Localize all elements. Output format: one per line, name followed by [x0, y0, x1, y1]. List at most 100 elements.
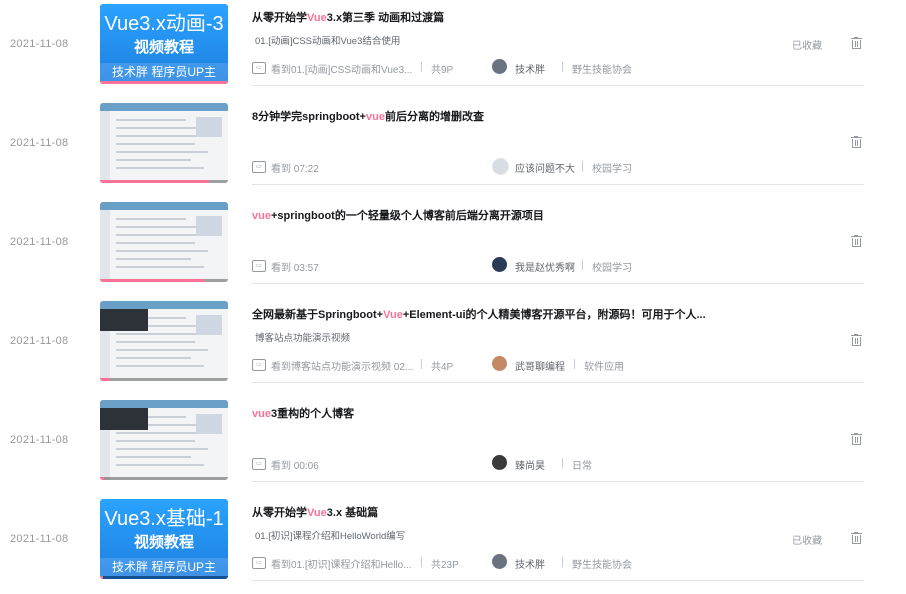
trash-icon[interactable]: [851, 433, 862, 445]
progress-text: 看到 03:57: [271, 263, 319, 274]
trash-lid: [851, 236, 862, 237]
thumbnail-title: Vue3.x基础-1: [104, 508, 224, 530]
history-item[interactable]: 2021-11-08 vue+springboot的一个轻量级个人博客前后端分离开…: [0, 198, 906, 297]
title-keyword-highlight: Vue: [383, 309, 403, 321]
progress-text: 看到01.[初识]课程介绍和Hello...: [271, 560, 412, 571]
thumbnail-footer: 技术胖 程序员UP主: [100, 63, 228, 81]
divider-line: [562, 557, 563, 567]
trash-stripe: [857, 437, 858, 443]
watch-date: 2021-11-08: [10, 434, 69, 446]
history-item[interactable]: 2021-11-08 vue3重构的个人博客 ▭ 看到 00:06 臻尚昊 日常: [0, 396, 906, 495]
trash-stripe: [855, 536, 856, 542]
category-tag[interactable]: 日常: [572, 457, 592, 472]
title-keyword-highlight: Vue: [307, 507, 327, 519]
video-thumbnail[interactable]: [100, 400, 228, 480]
trash-icon[interactable]: [851, 235, 862, 247]
thumbnail-footer: 技术胖 程序员UP主: [100, 558, 228, 576]
screenshot-block: [196, 315, 222, 335]
category-tag[interactable]: 校园学习: [592, 160, 632, 175]
category-tag[interactable]: 软件应用: [584, 358, 624, 373]
title-text: 3.x第三季 动画和过渡篇: [326, 12, 445, 24]
part-count: 共23P: [431, 560, 459, 571]
video-title[interactable]: 8分钟学完springboot+vue前后分离的增删改查: [252, 108, 484, 124]
uploader-name[interactable]: 应该问题不大: [515, 160, 575, 175]
favorited-label[interactable]: 已收藏: [792, 532, 822, 547]
divider-line: [421, 557, 422, 567]
uploader-name[interactable]: 武哥聊编程: [515, 358, 565, 373]
video-thumbnail[interactable]: [100, 301, 228, 381]
uploader-name[interactable]: 技术胖: [515, 61, 545, 76]
screenshot-header: [100, 301, 228, 309]
history-item[interactable]: 2021-11-08 8分钟学完springboot+vue前后分离的增删改查 ▭ 看…: [0, 99, 906, 198]
part-count: 共9P: [431, 65, 454, 76]
uploader-avatar[interactable]: [492, 356, 507, 371]
screenshot-header: [100, 103, 228, 111]
screenshot-line: [116, 218, 186, 220]
favorited-label[interactable]: 已收藏: [792, 37, 822, 52]
video-title[interactable]: 从零开始学Vue3.x第三季 动画和过渡篇: [252, 9, 444, 25]
video-thumbnail[interactable]: [100, 103, 228, 183]
uploader-avatar[interactable]: [492, 59, 507, 74]
trash-stripe: [857, 536, 858, 542]
screenshot-dark-panel: [100, 309, 148, 331]
title-text: 全网最新基于Springboot+: [252, 309, 384, 321]
history-item[interactable]: 2021-11-08 Vue3.x基础-1 视频教程 技术胖 程序员UP主 从零开始学V…: [0, 495, 906, 594]
uploader-name[interactable]: 技术胖: [515, 556, 545, 571]
title-text: +springboot的一个轻量级个人博客前后端分离开源项目: [270, 210, 544, 222]
progress-text: 看到 00:06: [271, 461, 319, 472]
screenshot-line: [116, 258, 191, 260]
screenshot-line: [116, 357, 191, 359]
watch-date: 2021-11-08: [10, 533, 69, 545]
trash-icon[interactable]: [851, 136, 862, 148]
uploader-avatar[interactable]: [492, 158, 509, 175]
trash-icon[interactable]: [851, 532, 862, 544]
item-divider: [252, 382, 864, 383]
video-thumbnail[interactable]: Vue3.x动画-3 视频教程 技术胖 程序员UP主: [100, 4, 228, 84]
screenshot-line: [116, 456, 191, 458]
tv-icon: ▭: [252, 161, 266, 173]
video-thumbnail[interactable]: [100, 202, 228, 282]
video-thumbnail[interactable]: Vue3.x基础-1 视频教程 技术胖 程序员UP主: [100, 499, 228, 579]
title-text: 8分钟学完springboot+: [252, 111, 366, 123]
part-subtitle: 01.[动画]CSS动画和Vue3结合使用: [255, 36, 401, 47]
history-item[interactable]: 2021-11-08 全网最新基于Springboot+Vue+Element-u…: [0, 297, 906, 396]
tv-icon: ▭: [252, 260, 266, 272]
trash-lid: [851, 533, 862, 534]
trash-stripe: [857, 239, 858, 245]
item-divider: [252, 481, 864, 482]
divider-line: [562, 458, 563, 468]
category-tag[interactable]: 野生技能协会: [572, 556, 632, 571]
uploader-avatar[interactable]: [492, 257, 507, 272]
screenshot-header: [100, 202, 228, 210]
title-keyword-highlight: vue: [252, 408, 271, 420]
watch-date: 2021-11-08: [10, 335, 69, 347]
title-text: 前后分离的增删改查: [384, 111, 484, 123]
progress-text: 看到博客站点功能演示视频 02...: [271, 362, 414, 373]
watch-date: 2021-11-08: [10, 38, 69, 50]
divider-line: [421, 359, 422, 369]
uploader-avatar[interactable]: [492, 554, 507, 569]
video-title[interactable]: vue3重构的个人博客: [252, 405, 354, 421]
trash-icon[interactable]: [851, 37, 862, 49]
screenshot-line: [116, 167, 204, 169]
category-tag[interactable]: 校园学习: [592, 259, 632, 274]
video-title[interactable]: vue+springboot的一个轻量级个人博客前后端分离开源项目: [252, 207, 544, 223]
watch-date: 2021-11-08: [10, 236, 69, 248]
item-divider: [252, 580, 864, 581]
title-text: 从零开始学: [252, 12, 307, 24]
trash-icon[interactable]: [851, 334, 862, 346]
category-tag[interactable]: 野生技能协会: [572, 61, 632, 76]
trash-stripe: [855, 338, 856, 344]
screenshot-line: [116, 464, 204, 466]
video-title[interactable]: 从零开始学Vue3.x 基础篇: [252, 504, 378, 520]
title-text: 3重构的个人博客: [270, 408, 355, 420]
uploader-name[interactable]: 我是赵优秀啊: [515, 259, 575, 274]
watch-progress-track: [100, 477, 228, 480]
trash-lid: [851, 38, 862, 39]
video-title[interactable]: 全网最新基于Springboot+Vue+Element-ui的个人精美博客开源…: [252, 306, 706, 322]
part-subtitle: 01.[初识]课程介绍和HelloWorld编写: [255, 531, 406, 542]
screenshot-block: [196, 117, 222, 137]
uploader-name[interactable]: 臻尚昊: [515, 457, 545, 472]
history-item[interactable]: 2021-11-08 Vue3.x动画-3 视频教程 技术胖 程序员UP主 从零开始学V…: [0, 0, 906, 99]
uploader-avatar[interactable]: [492, 455, 507, 470]
